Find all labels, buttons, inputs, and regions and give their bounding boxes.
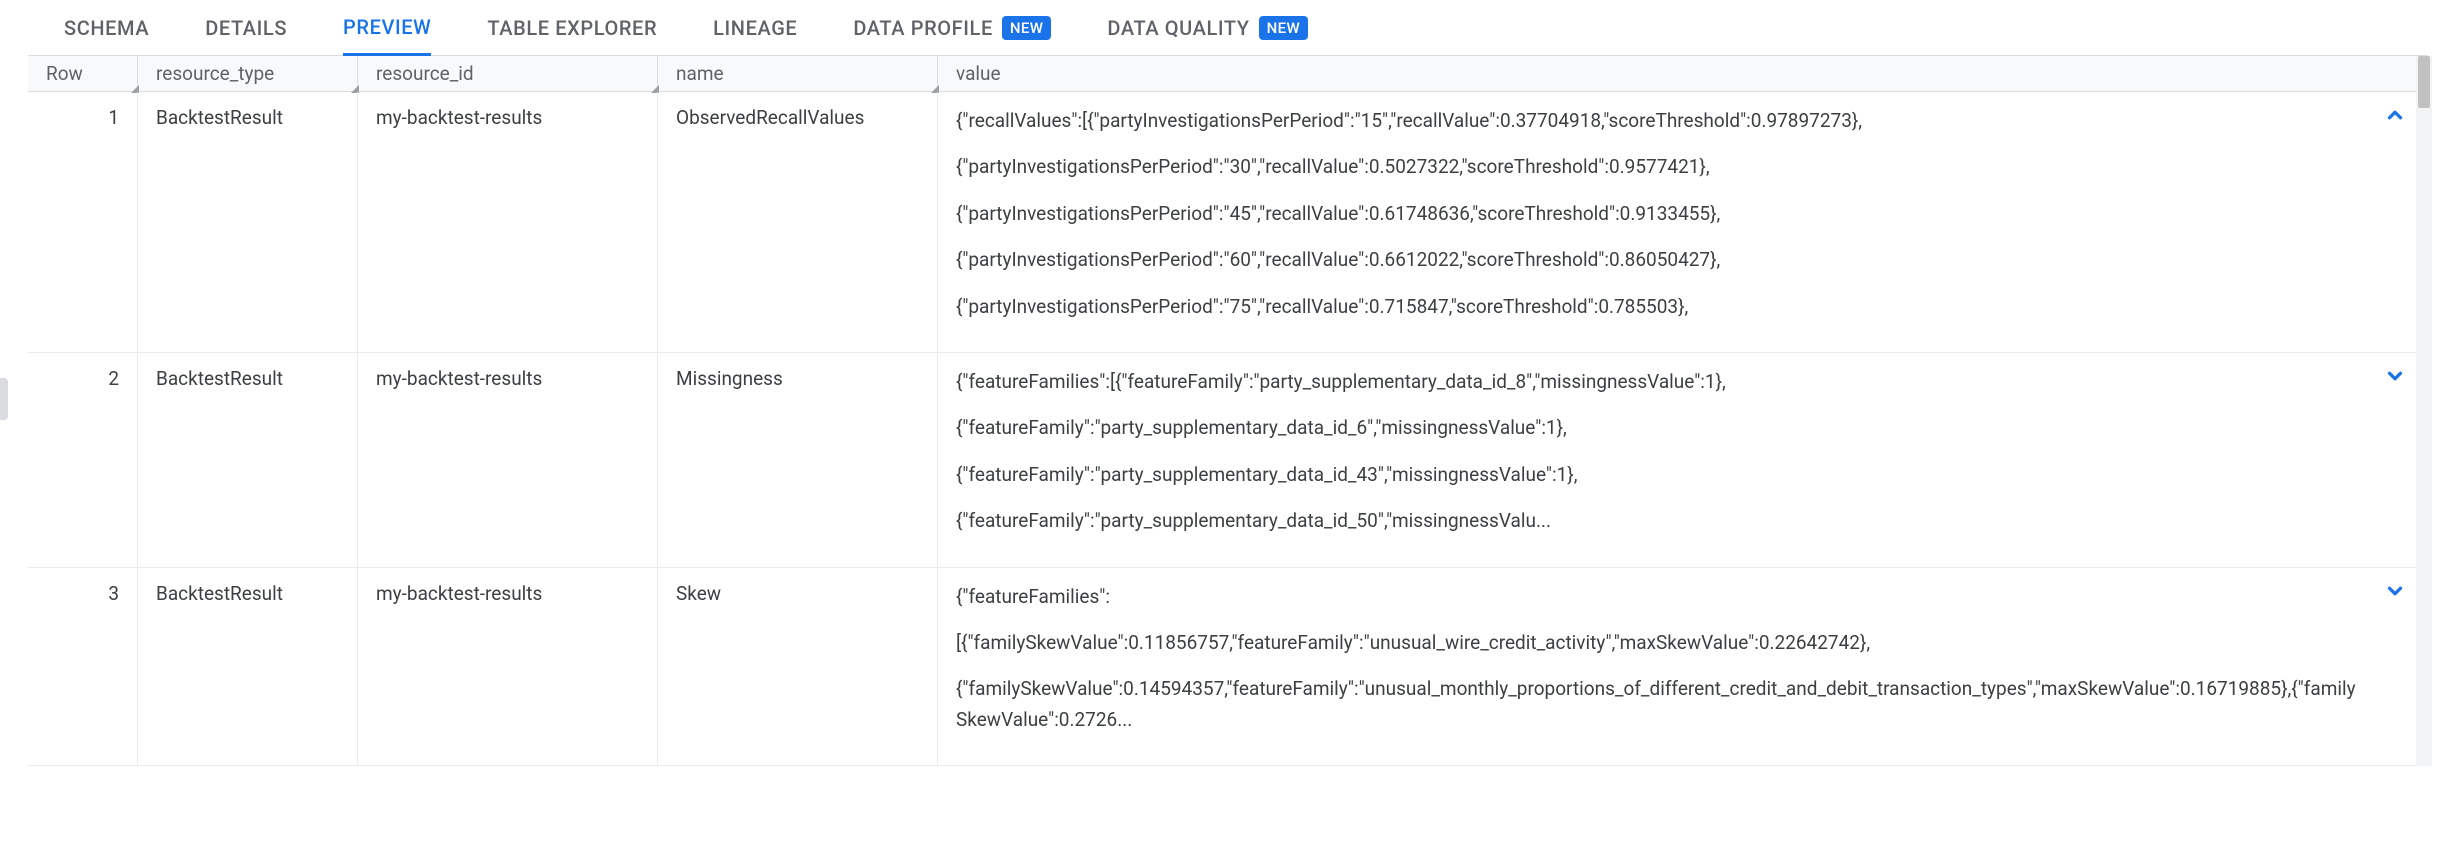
col-header-label: name xyxy=(676,62,724,85)
value-text: {"featureFamilies":[{"featureFamily":"pa… xyxy=(956,367,2358,397)
cell-row-num: 1 xyxy=(28,92,138,352)
cell-row-num: 3 xyxy=(28,568,138,766)
tab-table-explorer[interactable]: TABLE EXPLORER xyxy=(487,0,657,55)
col-header-value[interactable]: value xyxy=(938,56,2428,91)
col-header-label: value xyxy=(956,62,1001,85)
tab-label: DATA QUALITY xyxy=(1107,16,1249,40)
tab-bar: SCHEMA DETAILS PREVIEW TABLE EXPLORER LINEAG… xyxy=(28,0,2428,56)
col-header-label: resource_type xyxy=(156,62,274,85)
value-text: {"featureFamily":"party_supplementary_da… xyxy=(956,460,2358,490)
preview-table: Row resource_type resource_id name value… xyxy=(28,56,2428,766)
value-text: {"featureFamily":"party_supplementary_da… xyxy=(956,506,2358,536)
cell-value: {"recallValues":[{"partyInvestigationsPe… xyxy=(938,92,2428,352)
cell-name: ObservedRecallValues xyxy=(658,92,938,352)
tab-schema[interactable]: SCHEMA xyxy=(64,0,149,55)
col-header-name[interactable]: name xyxy=(658,56,938,91)
value-text: {"partyInvestigationsPerPeriod":"60","re… xyxy=(956,245,2358,275)
scrollbar-thumb[interactable] xyxy=(2418,56,2430,108)
new-badge: NEW xyxy=(1002,16,1052,40)
chevron-down-icon[interactable] xyxy=(2384,580,2406,602)
tab-lineage[interactable]: LINEAGE xyxy=(713,0,797,55)
value-text: {"partyInvestigationsPerPeriod":"75","re… xyxy=(956,292,2358,322)
cell-value: {"featureFamilies":[{"featureFamily":"pa… xyxy=(938,353,2428,567)
table-row: 2BacktestResultmy-backtest-resultsMissin… xyxy=(28,353,2428,568)
tab-details[interactable]: DETAILS xyxy=(205,0,287,55)
cell-resource-id: my-backtest-results xyxy=(358,568,658,766)
tab-data-quality[interactable]: DATA QUALITY NEW xyxy=(1107,0,1308,55)
col-header-resource-type[interactable]: resource_type xyxy=(138,56,358,91)
table-row: 1BacktestResultmy-backtest-resultsObserv… xyxy=(28,92,2428,353)
scrollbar-vertical[interactable] xyxy=(2416,56,2432,766)
value-text: {"featureFamilies": xyxy=(956,582,2358,612)
value-text: {"familySkewValue":0.14594357,"featureFa… xyxy=(956,674,2358,735)
cell-name: Missingness xyxy=(658,353,938,567)
chevron-up-icon[interactable] xyxy=(2384,104,2406,126)
tab-preview[interactable]: PREVIEW xyxy=(343,1,431,56)
table-row: 3BacktestResultmy-backtest-resultsSkew{"… xyxy=(28,568,2428,767)
cell-resource-type: BacktestResult xyxy=(138,92,358,352)
value-text: [{"familySkewValue":0.11856757,"featureF… xyxy=(956,628,2358,658)
tab-label: DETAILS xyxy=(205,16,287,40)
tab-label: PREVIEW xyxy=(343,15,431,39)
col-header-label: Row xyxy=(46,62,83,85)
tab-label: LINEAGE xyxy=(713,16,797,40)
cell-resource-id: my-backtest-results xyxy=(358,92,658,352)
new-badge: NEW xyxy=(1259,16,1309,40)
table-body: 1BacktestResultmy-backtest-resultsObserv… xyxy=(28,92,2428,766)
panel-collapse-handle[interactable] xyxy=(0,378,8,420)
cell-row-num: 2 xyxy=(28,353,138,567)
col-header-label: resource_id xyxy=(376,62,474,85)
value-text: {"featureFamily":"party_supplementary_da… xyxy=(956,413,2358,443)
table-header: Row resource_type resource_id name value xyxy=(28,56,2428,92)
cell-value: {"featureFamilies": [{"familySkewValue":0… xyxy=(938,568,2428,766)
cell-resource-type: BacktestResult xyxy=(138,353,358,567)
cell-resource-type: BacktestResult xyxy=(138,568,358,766)
chevron-down-icon[interactable] xyxy=(2384,365,2406,387)
value-text: {"partyInvestigationsPerPeriod":"30","re… xyxy=(956,152,2358,182)
tab-label: SCHEMA xyxy=(64,16,149,40)
col-header-row[interactable]: Row xyxy=(28,56,138,91)
tab-data-profile[interactable]: DATA PROFILE NEW xyxy=(853,0,1051,55)
tab-label: DATA PROFILE xyxy=(853,16,993,40)
tab-label: TABLE EXPLORER xyxy=(487,16,657,40)
cell-name: Skew xyxy=(658,568,938,766)
cell-resource-id: my-backtest-results xyxy=(358,353,658,567)
col-header-resource-id[interactable]: resource_id xyxy=(358,56,658,91)
value-text: {"partyInvestigationsPerPeriod":"45","re… xyxy=(956,199,2358,229)
value-text: {"recallValues":[{"partyInvestigationsPe… xyxy=(956,106,2358,136)
